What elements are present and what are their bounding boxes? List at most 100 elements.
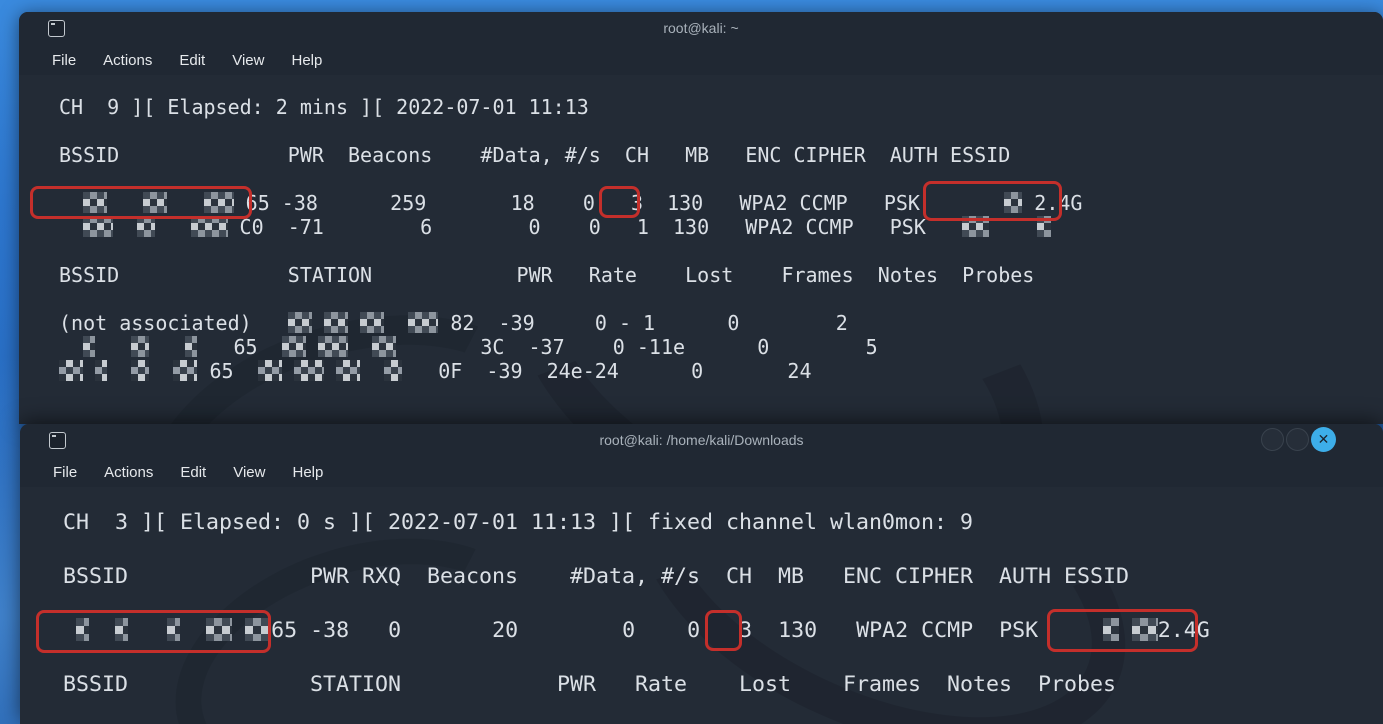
redacted-pixelation [143, 192, 167, 213]
redacted-pixelation [167, 618, 180, 641]
redacted-pixelation [318, 336, 348, 357]
terminal-text: BSSID STATION PWR Rate Lost Frames Notes… [63, 671, 1116, 698]
redacted-pixelation [95, 360, 107, 381]
terminal-text: 82 -39 0 - 1 0 2 [438, 311, 847, 335]
terminal-text [306, 335, 318, 359]
terminal-line: 65 -38 259 18 0 3 130 WPA2 CCMP PSK 2.4G [59, 191, 1383, 215]
terminal-line: 65 3C -37 0 -11e 0 5 [59, 335, 1383, 359]
terminal-text: 65 [197, 359, 257, 383]
terminal-text: BSSID STATION PWR Rate Lost Frames Notes… [59, 263, 1034, 287]
terminal-text [128, 617, 167, 644]
terminal-line: BSSID STATION PWR Rate Lost Frames Notes… [59, 263, 1383, 287]
redacted-pixelation [76, 618, 89, 641]
menu-item-view[interactable]: View [232, 52, 264, 69]
menu-item-file[interactable]: File [52, 52, 76, 69]
terminal-text [95, 335, 131, 359]
redacted-pixelation [1132, 618, 1158, 641]
terminal-line [63, 536, 1383, 563]
menu-item-file[interactable]: File [53, 464, 77, 481]
menu-item-help[interactable]: Help [291, 52, 322, 69]
redacted-pixelation [294, 360, 324, 381]
terminal-text: 65 -38 0 20 0 0 3 130 WPA2 CCMP PSK [271, 617, 1103, 644]
terminal-text [232, 617, 245, 644]
terminal-line [63, 644, 1383, 671]
redacted-pixelation [372, 336, 396, 357]
redacted-pixelation [288, 312, 312, 333]
terminal-text [83, 359, 95, 383]
window-title: root@kali: /home/kali/Downloads [20, 432, 1383, 448]
terminal-text [324, 359, 336, 383]
redacted-pixelation [83, 216, 113, 237]
terminal-line [59, 119, 1383, 143]
maximize-button[interactable] [1286, 428, 1309, 451]
terminal-output[interactable]: CH 3 ][ Elapsed: 0 s ][ 2022-07-01 11:13… [20, 487, 1383, 724]
terminal-text: 0F -39 24e-24 0 24 [402, 359, 811, 383]
redacted-pixelation [384, 360, 402, 381]
redacted-pixelation [83, 192, 107, 213]
terminal-line: BSSID STATION PWR Rate Lost Frames Notes… [63, 671, 1383, 698]
redacted-pixelation [360, 312, 384, 333]
terminal-line: BSSID PWR Beacons #Data, #/s CH MB ENC C… [59, 143, 1383, 167]
close-button[interactable]: ✕ [1311, 427, 1336, 452]
terminal-text: 65 -38 259 18 0 3 130 WPA2 CCMP PSK [234, 191, 1005, 215]
terminal-window-downloads: root@kali: /home/kali/Downloads ✕ File Ac… [20, 424, 1383, 724]
terminal-text: CH 3 ][ Elapsed: 0 s ][ 2022-07-01 11:13… [63, 509, 973, 536]
terminal-line: 65 0F -39 24e-24 0 24 [59, 359, 1383, 383]
terminal-text [107, 191, 143, 215]
terminal-output[interactable]: CH 9 ][ Elapsed: 2 mins ][ 2022-07-01 11… [19, 75, 1383, 424]
titlebar[interactable]: root@kali: ~ [19, 12, 1383, 45]
terminal-text [59, 335, 83, 359]
terminal-text [312, 311, 324, 335]
minimize-button[interactable] [1261, 428, 1284, 451]
terminal-text [1119, 617, 1132, 644]
terminal-text: 2.4G [1158, 617, 1210, 644]
terminal-line: (not associated) 82 -39 0 - 1 0 2 [59, 311, 1383, 335]
terminal-text: (not associated) [59, 311, 288, 335]
terminal-line: C0 -71 6 0 0 1 130 WPA2 CCMP PSK [59, 215, 1383, 239]
terminal-text: 2.4G [1022, 191, 1082, 215]
redacted-pixelation [245, 618, 271, 641]
menu-item-view[interactable]: View [233, 464, 265, 481]
terminal-line [63, 590, 1383, 617]
redacted-pixelation [282, 336, 306, 357]
terminal-text [167, 191, 203, 215]
terminal-line: 65 -38 0 20 0 0 3 130 WPA2 CCMP PSK 2.4G [63, 617, 1383, 644]
redacted-pixelation [1103, 618, 1119, 641]
terminal-text [360, 359, 384, 383]
terminal-text: C0 -71 6 0 0 1 130 WPA2 CCMP PSK [228, 215, 963, 239]
terminal-text [89, 617, 115, 644]
terminal-line: BSSID PWR RXQ Beacons #Data, #/s CH MB E… [63, 563, 1383, 590]
redacted-pixelation [1037, 216, 1051, 237]
terminal-text: CH 9 ][ Elapsed: 2 mins ][ 2022-07-01 11… [59, 95, 589, 119]
terminal-text [348, 335, 372, 359]
redacted-pixelation [131, 336, 149, 357]
window-title: root@kali: ~ [19, 20, 1383, 36]
terminal-text [149, 335, 185, 359]
terminal-text [59, 191, 83, 215]
titlebar[interactable]: root@kali: /home/kali/Downloads ✕ [20, 424, 1383, 457]
terminal-text [180, 617, 206, 644]
menubar: File Actions Edit View Help [19, 45, 1383, 75]
menu-item-actions[interactable]: Actions [103, 52, 152, 69]
menu-item-help[interactable]: Help [292, 464, 323, 481]
terminal-text [113, 215, 137, 239]
terminal-text: 65 [197, 335, 281, 359]
menu-item-edit[interactable]: Edit [179, 52, 205, 69]
menu-item-edit[interactable]: Edit [180, 464, 206, 481]
redacted-pixelation [258, 360, 282, 381]
redacted-pixelation [137, 216, 155, 237]
terminal-text: BSSID PWR RXQ Beacons #Data, #/s CH MB E… [63, 563, 1129, 590]
terminal-text: 3C -37 0 -11e 0 5 [396, 335, 878, 359]
redacted-pixelation [1004, 192, 1022, 213]
terminal-line [59, 167, 1383, 191]
terminal-window-home: root@kali: ~ File Actions Edit View Help CH … [19, 12, 1383, 424]
terminal-text [63, 617, 76, 644]
terminal-text [989, 215, 1037, 239]
redacted-pixelation [206, 618, 232, 641]
redacted-pixelation [115, 618, 128, 641]
redacted-pixelation [83, 336, 95, 357]
redacted-pixelation [173, 360, 197, 381]
terminal-line: CH 3 ][ Elapsed: 0 s ][ 2022-07-01 11:13… [63, 509, 1383, 536]
redacted-pixelation [131, 360, 149, 381]
menu-item-actions[interactable]: Actions [104, 464, 153, 481]
